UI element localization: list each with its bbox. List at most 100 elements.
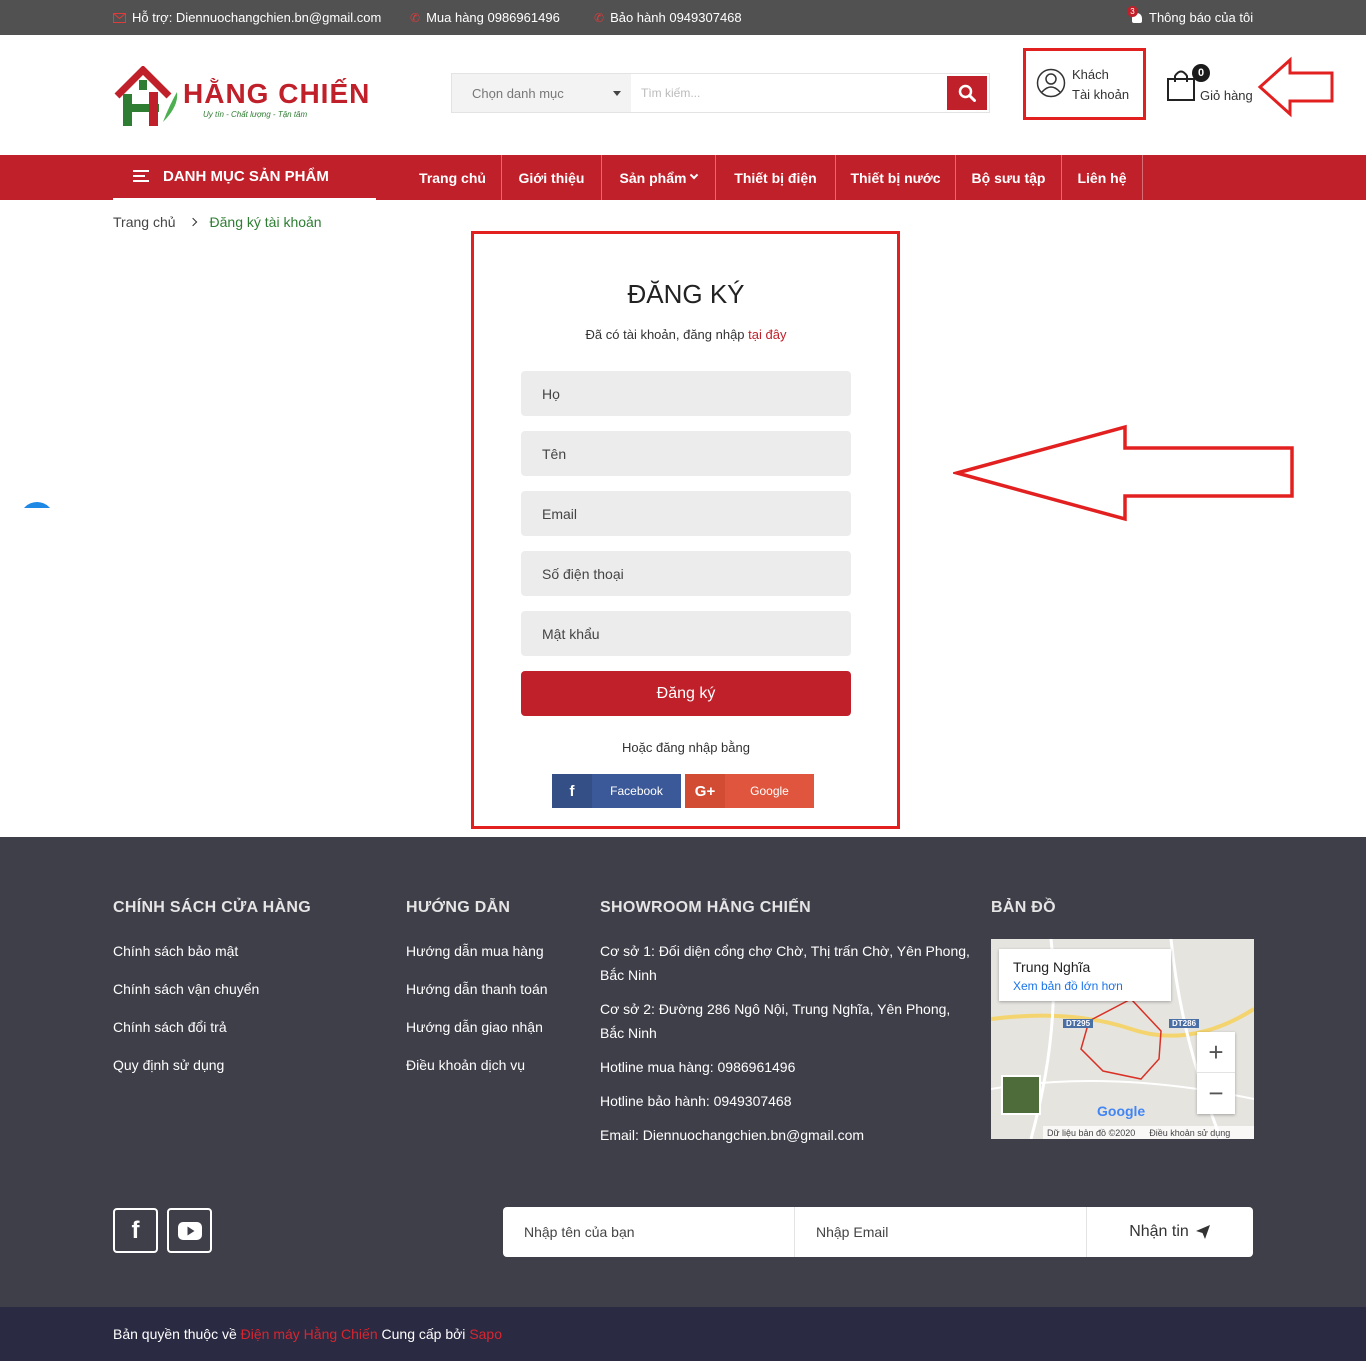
- login-link[interactable]: tại đây: [748, 327, 786, 342]
- hotline-warranty[interactable]: Hotline bảo hành: 0949307468: [600, 1089, 792, 1113]
- top-bar: Hỗ trợ: Diennuochangchien.bn@gmail.com ✆…: [0, 0, 1366, 35]
- nav-water[interactable]: Thiết bị nước: [836, 155, 956, 200]
- facebook-login-button[interactable]: f Facebook: [552, 774, 681, 808]
- satellite-toggle[interactable]: [1001, 1075, 1041, 1115]
- logo-slogan: Uy tín - Chất lượng - Tận tâm: [203, 110, 308, 119]
- or-login-text: Hoặc đăng nhập bằng: [622, 740, 750, 755]
- newsletter-form: Nhận tin: [503, 1207, 1253, 1257]
- hotline-buy[interactable]: Hotline mua hàng: 0986961496: [600, 1055, 795, 1079]
- warranty-hotline[interactable]: ✆ Bảo hành 0949307468: [594, 10, 742, 25]
- copyright-prefix: Bản quyền thuộc về: [113, 1326, 241, 1342]
- support-email[interactable]: Hỗ trợ: Diennuochangchien.bn@gmail.com: [113, 10, 381, 25]
- nav-electrical[interactable]: Thiết bị điện: [716, 155, 836, 200]
- chevron-right-icon: [188, 217, 197, 227]
- policy-link[interactable]: Chính sách vận chuyển: [113, 981, 259, 997]
- category-select[interactable]: Chọn danh mục: [452, 74, 631, 112]
- map-title: BẢN ĐỒ: [991, 899, 1056, 916]
- chat-widget-icon[interactable]: [20, 502, 54, 508]
- site-logo[interactable]: HẰNG CHIẾN Uy tín - Chất lượng - Tận tâm: [113, 64, 369, 128]
- embedded-map[interactable]: Trung Nghĩa Xem bản đồ lớn hơn DT295 DT2…: [991, 939, 1254, 1139]
- youtube-button[interactable]: [167, 1208, 212, 1253]
- newsletter-email-input[interactable]: [795, 1207, 1087, 1257]
- guide-title: HƯỚNG DẪN: [406, 899, 511, 916]
- guide-link[interactable]: Hướng dẫn giao nhận: [406, 1019, 543, 1035]
- search-bar: Chọn danh mục: [451, 73, 990, 113]
- register-button-label: Đăng ký: [656, 684, 716, 702]
- annotation-arrow-icon: [1257, 56, 1334, 118]
- google-logo: Google: [1097, 1103, 1146, 1119]
- cart-count: 0: [1192, 64, 1210, 82]
- bell-icon: 3: [1127, 5, 1143, 24]
- cart-button[interactable]: 0 Giỏ hàng: [1166, 64, 1266, 104]
- policy-link[interactable]: Chính sách bảo mật: [113, 943, 238, 959]
- policy-link[interactable]: Chính sách đổi trả: [113, 1019, 227, 1035]
- road-label: DT286: [1169, 1019, 1200, 1028]
- showroom-address-1: Cơ sở 1: Đối diện cổng chợ Chờ, Thị trấn…: [600, 943, 970, 983]
- register-form-highlight: ĐĂNG KÝ Đã có tài khoản, đăng nhập tại đ…: [471, 231, 900, 829]
- category-menu-button[interactable]: DANH MỤC SẢN PHẨM: [113, 155, 376, 200]
- nav-home-label: Trang chủ: [419, 169, 486, 186]
- phone-icon: ✆: [594, 10, 605, 25]
- warranty-hotline-text: Bảo hành 0949307468: [610, 10, 742, 25]
- buy-hotline-text: Mua hàng 0986961496: [426, 10, 560, 25]
- copyright-text: Bản quyền thuộc về Điện máy Hằng Chiến C…: [113, 1326, 502, 1342]
- chevron-down-icon: [690, 170, 699, 179]
- nav-home[interactable]: Trang chủ: [404, 155, 502, 200]
- notification-badge: 3: [1127, 5, 1138, 17]
- first-name-field[interactable]: [521, 431, 851, 476]
- account-button[interactable]: Khách Tài khoản: [1023, 48, 1146, 120]
- paper-plane-icon: [1195, 1225, 1210, 1239]
- search-button[interactable]: [947, 76, 987, 110]
- nav-collection-label: Bộ sưu tập: [971, 169, 1046, 186]
- email-field[interactable]: [521, 491, 851, 536]
- map-attribution: Dữ liệu bản đồ ©2020 Điều khoản sử dụng: [1043, 1126, 1254, 1139]
- map-data-credit: Dữ liệu bản đồ ©2020: [1047, 1127, 1136, 1138]
- map-terms-link[interactable]: Điều khoản sử dụng: [1149, 1128, 1230, 1138]
- nav-products[interactable]: Sản phẩm: [602, 155, 716, 200]
- zoom-out-button[interactable]: −: [1197, 1073, 1235, 1114]
- main-nav: DANH MỤC SẢN PHẨM Trang chủ Giới thiệu S…: [0, 155, 1366, 200]
- map-zoom-controls: + −: [1197, 1032, 1235, 1114]
- search-icon: [958, 84, 976, 102]
- larger-map-link[interactable]: Xem bản đồ lớn hơn: [1013, 979, 1123, 993]
- zoom-in-button[interactable]: +: [1197, 1032, 1235, 1073]
- map-place-name: Trung Nghĩa: [1013, 959, 1091, 975]
- guide-link[interactable]: Hướng dẫn thanh toán: [406, 981, 548, 997]
- policy-link[interactable]: Quy định sử dụng: [113, 1057, 224, 1073]
- youtube-icon: [177, 1221, 202, 1240]
- last-name-field[interactable]: [521, 371, 851, 416]
- guide-link[interactable]: Hướng dẫn mua hàng: [406, 943, 544, 959]
- guide-link[interactable]: Điều khoản dịch vụ: [406, 1057, 525, 1073]
- google-login-button[interactable]: G+ Google: [685, 774, 814, 808]
- facebook-icon: f: [131, 1216, 140, 1244]
- company-link[interactable]: Điện máy Hằng Chiến: [241, 1326, 378, 1342]
- form-title: ĐĂNG KÝ: [627, 279, 745, 309]
- menu-icon: [133, 170, 149, 183]
- logo-name: HẰNG CHIẾN: [183, 78, 371, 109]
- account-label: Tài khoản: [1072, 87, 1130, 102]
- search-input[interactable]: [631, 74, 945, 112]
- footer-email[interactable]: Email: Diennuochangchien.bn@gmail.com: [600, 1123, 864, 1147]
- nav-contact[interactable]: Liên hệ: [1062, 155, 1143, 200]
- nav-collection[interactable]: Bộ sưu tập: [956, 155, 1062, 200]
- nav-water-label: Thiết bị nước: [850, 169, 941, 186]
- password-field[interactable]: [521, 611, 851, 656]
- user-icon: [1036, 68, 1066, 98]
- buy-hotline[interactable]: ✆ Mua hàng 0986961496: [410, 10, 560, 25]
- account-greeting: Khách: [1072, 67, 1109, 82]
- provider-link[interactable]: Sapo: [469, 1326, 502, 1342]
- phone-field[interactable]: [521, 551, 851, 596]
- newsletter-name-input[interactable]: [503, 1207, 795, 1257]
- support-email-text: Hỗ trợ: Diennuochangchien.bn@gmail.com: [132, 10, 382, 25]
- facebook-page-button[interactable]: f: [113, 1208, 158, 1253]
- notifications-text: Thông báo của tôi: [1149, 10, 1254, 25]
- register-button[interactable]: Đăng ký: [521, 671, 851, 716]
- nav-about-label: Giới thiệu: [518, 169, 585, 186]
- footer: CHÍNH SÁCH CỬA HÀNG Chính sách bảo mật C…: [0, 837, 1366, 1307]
- breadcrumb-home[interactable]: Trang chủ: [113, 214, 176, 230]
- newsletter-submit-button[interactable]: Nhận tin: [1087, 1207, 1253, 1257]
- notifications-link[interactable]: 3 Thông báo của tôi: [1127, 5, 1254, 25]
- annotation-arrow-icon: [953, 424, 1294, 522]
- nav-about[interactable]: Giới thiệu: [502, 155, 602, 200]
- category-menu-label: DANH MỤC SẢN PHẨM: [163, 168, 329, 185]
